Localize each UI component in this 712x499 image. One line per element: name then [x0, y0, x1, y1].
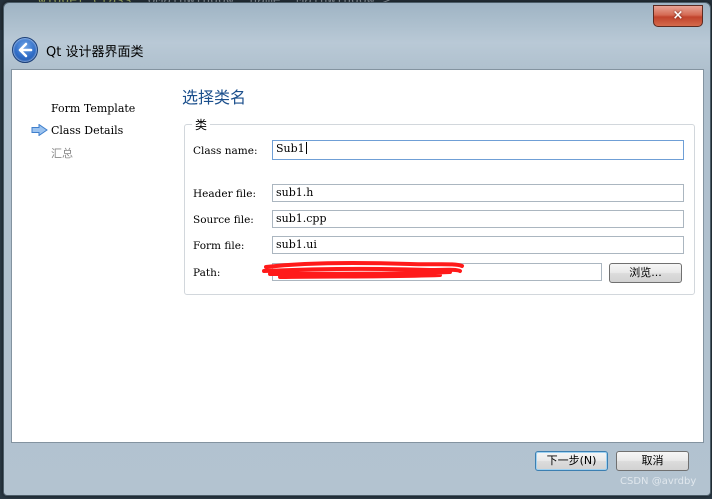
header-file-value: sub1.h — [276, 186, 314, 199]
next-button-label: 下一步(N) — [546, 454, 597, 467]
back-arrow-icon — [18, 42, 33, 58]
wizard-window: × Qt 设计器界面类 Form Template Class Details … — [3, 2, 711, 496]
browse-button[interactable]: 浏览... — [609, 263, 682, 283]
class-name-value: Sub1 — [276, 142, 305, 155]
header-file-label: Header file: — [193, 188, 257, 200]
class-name-input[interactable]: Sub1 — [272, 140, 684, 160]
next-button[interactable]: 下一步(N) — [535, 451, 608, 471]
path-label: Path: — [193, 267, 221, 279]
close-icon: × — [672, 8, 684, 23]
form-file-input[interactable]: sub1.ui — [272, 236, 684, 254]
form-file-value: sub1.ui — [276, 238, 317, 251]
step-summary: 汇总 — [51, 147, 73, 160]
wizard-content: Form Template Class Details 汇总 选择类名 类 Cl… — [11, 69, 704, 443]
wizard-footer: 下一步(N) 取消 — [11, 442, 702, 490]
close-button[interactable]: × — [653, 5, 703, 27]
redaction-scribble — [262, 261, 464, 279]
class-name-label: Class name: — [193, 145, 258, 157]
back-button[interactable] — [12, 37, 38, 63]
cancel-button-label: 取消 — [641, 454, 664, 467]
step-class-details: Class Details — [51, 124, 124, 137]
source-file-label: Source file: — [193, 214, 254, 226]
page-title: 选择类名 — [182, 88, 247, 107]
source-file-input[interactable]: sub1.cpp — [272, 210, 684, 228]
browse-button-label: 浏览... — [629, 266, 662, 279]
form-file-label: Form file: — [193, 240, 245, 252]
window-title: Qt 设计器界面类 — [46, 45, 144, 60]
cancel-button[interactable]: 取消 — [616, 451, 689, 471]
current-step-arrow-icon — [31, 124, 48, 136]
title-bar: Qt 设计器界面类 — [4, 25, 710, 65]
text-cursor — [305, 142, 307, 154]
watermark: CSDN @avrdby — [620, 476, 697, 487]
wizard-step-list: Form Template Class Details 汇总 — [12, 70, 172, 442]
header-file-input[interactable]: sub1.h — [272, 184, 684, 202]
class-group-label: 类 — [192, 116, 211, 133]
source-file-value: sub1.cpp — [276, 212, 327, 225]
step-form-template: Form Template — [51, 102, 136, 115]
